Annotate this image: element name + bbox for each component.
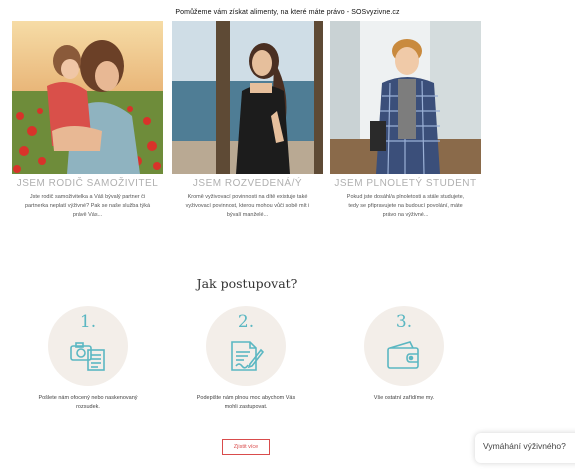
step-number: 2. <box>237 312 255 332</box>
mother-child-image <box>12 21 163 174</box>
photo-mother-child <box>12 21 163 174</box>
step-3: 3. Vše ostatní zařídíme my. <box>344 306 464 403</box>
card-title: JSEM ROZVEDENÁ/Ý <box>192 178 303 189</box>
card-description: Pokud jste dosáhl/a plnoletosti a stále … <box>346 194 465 218</box>
steps-list: 1. Pošlete nám ofocený nebo naskenovaný … <box>0 306 494 416</box>
step-text: Vše ostatní zařídíme my. <box>373 395 435 401</box>
card-title: JSEM RODIČ SAMOŽIVITEL <box>16 178 159 189</box>
audience-cards: JSEM RODIČ SAMOŽIVITEL Jste rodič samoži… <box>12 21 482 241</box>
card-adult-student[interactable]: JSEM PLNOLETÝ STUDENT Pokud jste dosáhl/… <box>330 21 481 220</box>
step-circle: 1. <box>48 306 128 386</box>
student-image <box>330 21 481 174</box>
card-divorced[interactable]: JSEM ROZVEDENÁ/Ý Kromě vyživovací povinn… <box>172 21 323 220</box>
step-circle: 2. <box>206 306 286 386</box>
page-tagline: Pomůžeme vám získat alimenty, na které m… <box>175 9 400 16</box>
step-text: Podepište nám plnou moc abychom Vás mohl… <box>196 395 296 410</box>
step-1: 1. Pošlete nám ofocený nebo naskenovaný … <box>28 306 148 412</box>
photo-woman-beach <box>172 21 323 174</box>
document-sign-icon <box>231 341 264 371</box>
wallet-icon <box>387 341 419 369</box>
step-number: 1. <box>79 312 97 332</box>
card-description: Kromě vyživovací povinnosti na dítě exis… <box>185 194 310 218</box>
step-text: Pošlete nám ofocený nebo naskenovaný roz… <box>38 395 138 410</box>
card-single-parent[interactable]: JSEM RODIČ SAMOŽIVITEL Jste rodič samoži… <box>12 21 163 220</box>
step-number: 3. <box>395 312 413 332</box>
chat-widget-button[interactable]: Vymáhání výživného? <box>475 433 575 463</box>
step-2: 2. Podepište nám plnou moc abychom Vás m… <box>186 306 306 412</box>
photo-student <box>330 21 481 174</box>
card-title: JSEM PLNOLETÝ STUDENT <box>334 178 477 189</box>
learn-more-button[interactable]: Zjistit více <box>222 439 270 455</box>
woman-beach-image <box>172 21 323 174</box>
step-circle: 3. <box>364 306 444 386</box>
camera-document-icon <box>70 342 105 371</box>
card-description: Jste rodič samoživitelka a Váš bývalý pa… <box>24 194 151 218</box>
section-heading: Jak postupovat? <box>196 276 298 291</box>
